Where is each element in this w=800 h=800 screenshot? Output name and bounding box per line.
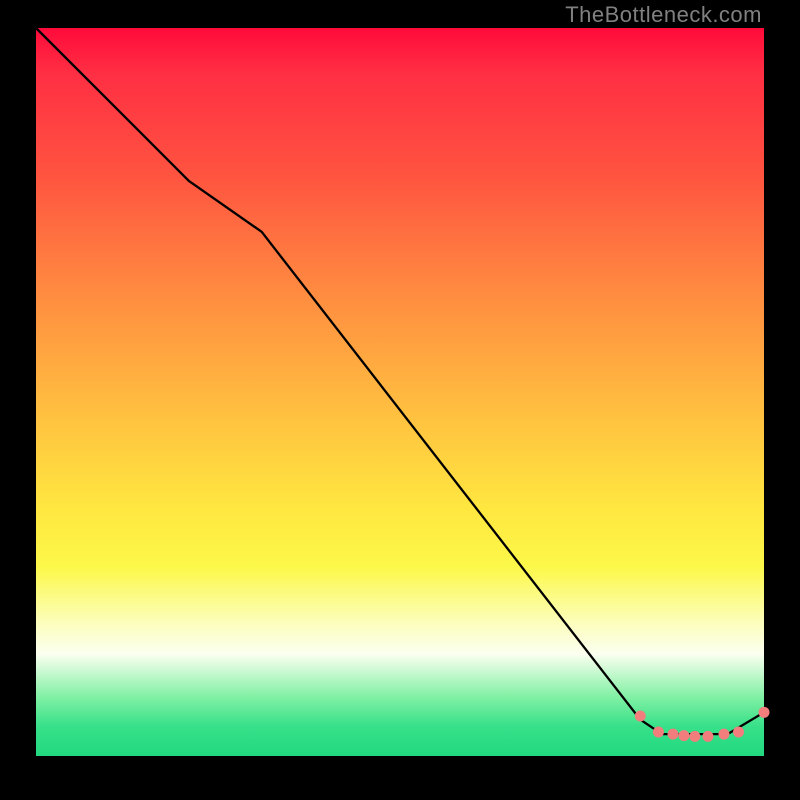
marker-dot bbox=[733, 726, 744, 737]
bottleneck-curve-path bbox=[36, 28, 764, 734]
source-label: TheBottleneck.com bbox=[565, 2, 762, 28]
chart-overlay bbox=[36, 28, 764, 756]
bottom-cluster-markers bbox=[635, 707, 770, 742]
marker-dot bbox=[702, 731, 713, 742]
marker-dot bbox=[653, 726, 664, 737]
marker-dot bbox=[668, 729, 679, 740]
marker-dot bbox=[689, 731, 700, 742]
marker-dot bbox=[759, 707, 770, 718]
stage: TheBottleneck.com bbox=[0, 0, 800, 800]
marker-dot bbox=[635, 710, 646, 721]
bottleneck-curve bbox=[36, 28, 764, 734]
marker-dot bbox=[718, 729, 729, 740]
marker-dot bbox=[678, 730, 689, 741]
